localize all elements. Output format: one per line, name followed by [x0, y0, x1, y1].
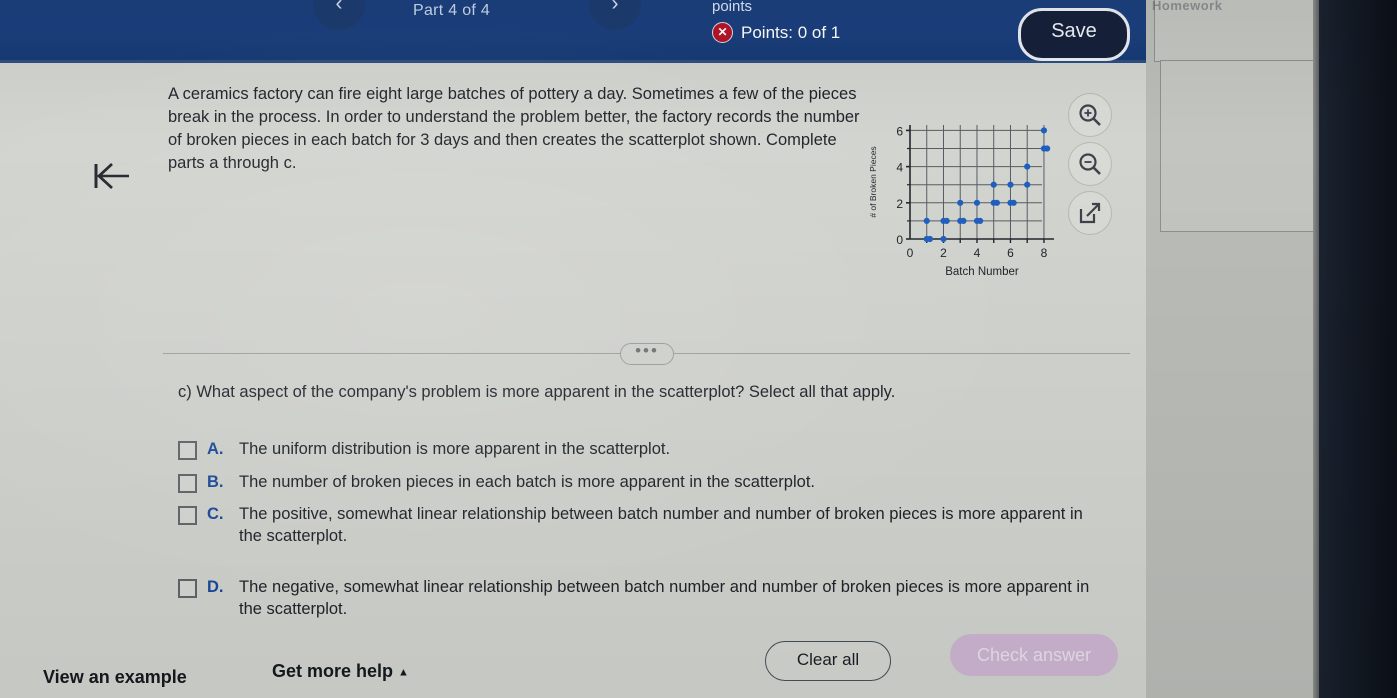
answer-option-d[interactable]: D. The negative, somewhat linear relatio…	[178, 576, 1099, 620]
svg-text:0: 0	[896, 233, 903, 247]
expand-more-dots-button[interactable]: •••	[620, 342, 674, 365]
get-more-help-link[interactable]: Get more help ▲	[272, 661, 409, 682]
option-text-a: The uniform distribution is more apparen…	[239, 440, 671, 458]
clear-all-button[interactable]: Clear all	[765, 641, 891, 681]
zoom-in-icon[interactable]	[1068, 93, 1112, 137]
points-word-label: points	[712, 0, 753, 15]
next-part-button[interactable]: ›	[589, 0, 641, 30]
svg-text:2: 2	[940, 246, 947, 260]
previous-part-button[interactable]: ‹	[313, 0, 365, 30]
answer-option-b[interactable]: B. The number of broken pieces in each b…	[178, 471, 815, 493]
skip-to-start-icon[interactable]	[88, 159, 134, 193]
view-an-example-link[interactable]: View an example	[43, 667, 187, 688]
get-more-help-label: Get more help	[272, 661, 394, 681]
exercise-content: A ceramics factory can fire eight large …	[0, 63, 1146, 698]
option-text-c: The positive, somewhat linear relationsh…	[239, 505, 1083, 545]
answer-option-c[interactable]: C. The positive, somewhat linear relatio…	[178, 503, 1099, 547]
scatterplot-svg: 0 2 4 6 0 2 4 6 8 Batch Number # of Broken Pieces	[868, 124, 1054, 278]
option-text-b: The number of broken pieces in each batc…	[239, 473, 815, 491]
svg-text:4: 4	[896, 161, 903, 175]
figure-tools	[1068, 93, 1118, 240]
svg-text:6: 6	[1007, 246, 1014, 260]
problem-statement: A ceramics factory can fire eight large …	[168, 85, 860, 172]
scatterplot-figure[interactable]: 0 2 4 6 0 2 4 6 8 Batch Number # of Broken Pieces	[862, 111, 1062, 301]
incorrect-x-icon: ✕	[712, 22, 733, 43]
points-score-label: Points: 0 of 1	[741, 22, 841, 42]
save-button[interactable]: Save	[1018, 8, 1130, 61]
svg-text:Batch Number: Batch Number	[945, 266, 1019, 278]
open-in-new-window-icon[interactable]	[1068, 191, 1112, 235]
exercise-footer: View an example Get more help ▲ Clear al…	[0, 623, 1146, 698]
svg-text:6: 6	[896, 124, 903, 138]
chevron-left-icon: ‹	[335, 0, 343, 15]
checkbox-a[interactable]	[178, 441, 197, 460]
points-status: ✕ Points: 0 of 1	[712, 22, 840, 43]
option-letter-d: D.	[207, 578, 224, 596]
checkbox-d[interactable]	[178, 579, 197, 598]
svg-text:8: 8	[1041, 246, 1048, 260]
zoom-out-icon[interactable]	[1068, 142, 1112, 186]
mathxl-homework-app: ‹ › Part 4 of 4 points ✕ Points: 0 of 1 …	[0, 0, 1146, 698]
answer-option-a[interactable]: A. The uniform distribution is more appa…	[178, 438, 670, 460]
option-letter-b: B.	[207, 473, 224, 491]
monitor-photo-background: ‹ › Part 4 of 4 points ✕ Points: 0 of 1 …	[0, 0, 1397, 698]
exercise-header-bar: ‹ › Part 4 of 4 points ✕ Points: 0 of 1 …	[0, 0, 1146, 63]
part-indicator: Part 4 of 4	[413, 2, 491, 19]
svg-text:4: 4	[974, 246, 981, 260]
option-letter-a: A.	[207, 440, 224, 458]
monitor-bezel	[1319, 0, 1397, 698]
check-answer-button[interactable]: Check answer	[950, 634, 1118, 676]
background-window-title: Homework	[1152, 0, 1223, 13]
svg-text:2: 2	[896, 197, 903, 211]
option-letter-c: C.	[207, 505, 224, 523]
background-window-fragment	[1160, 60, 1322, 232]
question-prompt: c) What aspect of the company's problem …	[178, 383, 896, 401]
section-divider: •••	[163, 342, 1130, 365]
checkbox-c[interactable]	[178, 506, 197, 525]
caret-up-icon: ▲	[398, 666, 409, 679]
checkbox-b[interactable]	[178, 474, 197, 493]
svg-text:0: 0	[907, 246, 914, 260]
chevron-right-icon: ›	[611, 0, 619, 15]
option-text-d: The negative, somewhat linear relationsh…	[239, 578, 1090, 618]
svg-text:# of Broken Pieces: # of Broken Pieces	[868, 146, 878, 217]
